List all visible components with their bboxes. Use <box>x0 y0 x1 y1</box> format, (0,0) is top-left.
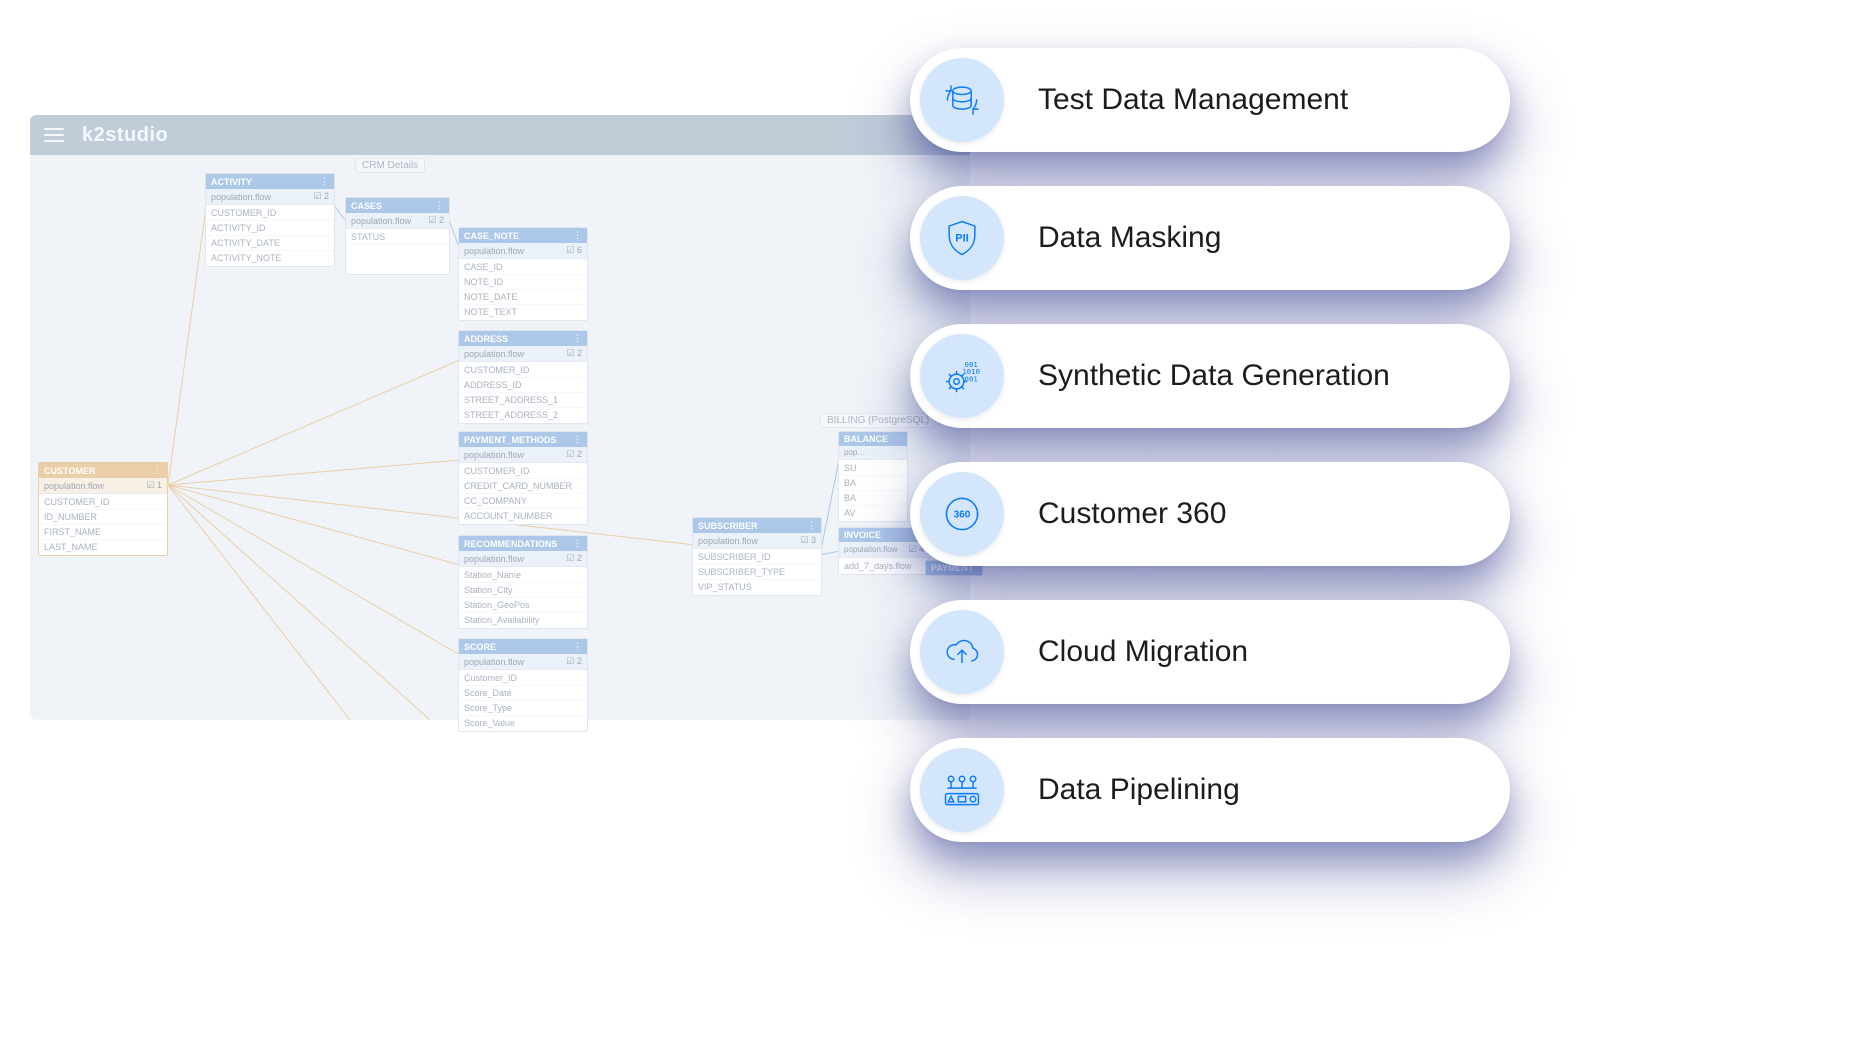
entity-cases[interactable]: CASES⋮ population.flow☑ 2 STATUS <box>345 197 450 275</box>
feature-label: Cloud Migration <box>1038 635 1248 669</box>
entity-recommendations[interactable]: RECOMMENDATIONS⋮ population.flow☑ 2 Stat… <box>458 535 588 629</box>
entity-title-text: CUSTOMER <box>44 466 95 476</box>
feature-label: Data Masking <box>1038 221 1221 255</box>
studio-window: k2studio CRM Details BILLING (PostgreSQL… <box>30 115 970 720</box>
entity-score[interactable]: SCORE⋮ population.flow☑ 2 Customer_ID Sc… <box>458 638 588 732</box>
feature-data-masking[interactable]: PII Data Masking <box>910 186 1510 290</box>
studio-canvas[interactable]: CRM Details BILLING (PostgreSQL) CUSTOME… <box>30 155 970 720</box>
database-sync-icon <box>920 58 1004 142</box>
feature-list: Test Data Management PII Data Masking 00… <box>910 48 1510 842</box>
svg-text:001: 001 <box>965 375 978 384</box>
svg-text:PII: PII <box>955 233 968 245</box>
studio-header: k2studio <box>30 115 970 155</box>
hamburger-icon[interactable] <box>44 128 64 142</box>
entity-subscriber[interactable]: SUBSCRIBER⋮ population.flow☑ 3 SUBSCRIBE… <box>692 517 822 596</box>
feature-label: Synthetic Data Generation <box>1038 359 1390 393</box>
binary-gear-icon: 0011010001 <box>920 334 1004 418</box>
pipeline-icon <box>920 748 1004 832</box>
entity-activity[interactable]: ACTIVITY⋮ population.flow☑ 2 CUSTOMER_ID… <box>205 173 335 267</box>
feature-synthetic-data[interactable]: 0011010001 Synthetic Data Generation <box>910 324 1510 428</box>
c360-icon: 360 <box>920 472 1004 556</box>
feature-customer-360[interactable]: 360 Customer 360 <box>910 462 1510 566</box>
entity-field: CUSTOMER_ID <box>39 495 167 510</box>
feature-label: Data Pipelining <box>1038 773 1240 807</box>
entity-field: FIRST_NAME <box>39 525 167 540</box>
entity-address[interactable]: ADDRESS⋮ population.flow☑ 2 CUSTOMER_ID … <box>458 330 588 424</box>
entity-field: ID_NUMBER <box>39 510 167 525</box>
feature-test-data-management[interactable]: Test Data Management <box>910 48 1510 152</box>
feature-data-pipelining[interactable]: Data Pipelining <box>910 738 1510 842</box>
entity-customer[interactable]: CUSTOMER⋮ population.flow☑ 1 CUSTOMER_ID… <box>38 462 168 556</box>
entity-payment-methods[interactable]: PAYMENT_METHODS⋮ population.flow☑ 2 CUST… <box>458 431 588 525</box>
feature-label: Test Data Management <box>1038 83 1348 117</box>
entity-field: LAST_NAME <box>39 540 167 554</box>
entity-balance[interactable]: BALANCE pop… SU BA BA AV <box>838 431 908 522</box>
canvas-group-tag: CRM Details <box>355 158 425 173</box>
svg-text:360: 360 <box>954 510 971 521</box>
feature-cloud-migration[interactable]: Cloud Migration <box>910 600 1510 704</box>
app-logo: k2studio <box>82 124 168 147</box>
cloud-upload-icon <box>920 610 1004 694</box>
pii-shield-icon: PII <box>920 196 1004 280</box>
entity-case-note[interactable]: CASE_NOTE⋮ population.flow☑ 6 CASE_ID NO… <box>458 227 588 321</box>
feature-label: Customer 360 <box>1038 497 1226 531</box>
